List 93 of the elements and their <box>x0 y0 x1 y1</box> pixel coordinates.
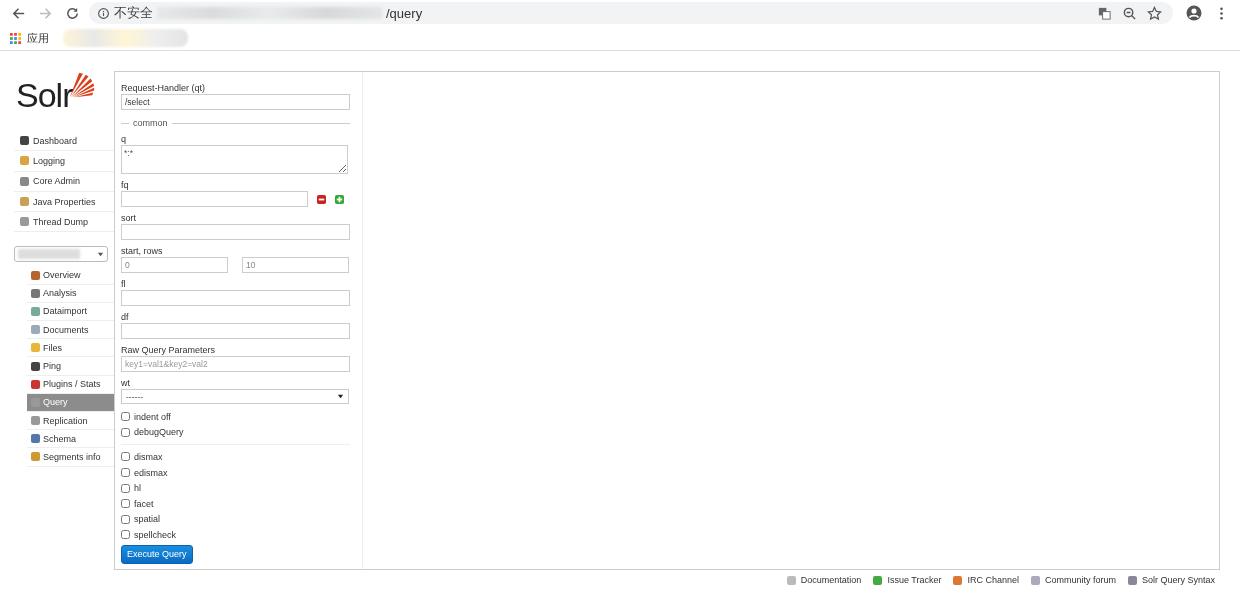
footer-link[interactable]: IRC Channel <box>953 575 1019 585</box>
field-label: fq <box>121 179 130 191</box>
plus-icon[interactable] <box>335 194 344 204</box>
apps-icon[interactable] <box>10 32 21 44</box>
zoom-icon[interactable] <box>1122 5 1137 21</box>
core-nav-item[interactable]: Schema <box>27 430 114 449</box>
section-legend: common <box>133 118 168 128</box>
tile-icon <box>31 379 40 389</box>
core-nav-item[interactable]: Overview <box>27 266 114 285</box>
input-field[interactable] <box>121 191 308 207</box>
avatar-icon[interactable] <box>1186 5 1202 21</box>
checkbox[interactable] <box>121 483 130 493</box>
field-label: df <box>121 311 130 323</box>
bookmark-link[interactable]: 应用 <box>27 30 49 46</box>
checkbox-label: indent off <box>134 411 171 422</box>
tile-icon <box>31 434 40 444</box>
footer-link[interactable]: Solr Query Syntax <box>1127 575 1215 585</box>
footer-link[interactable]: Issue Tracker <box>873 575 942 585</box>
checkbox-label: spatial <box>134 514 160 525</box>
input-field[interactable]: 10 <box>242 257 349 273</box>
checkbox[interactable] <box>121 514 130 524</box>
checkbox[interactable] <box>121 452 130 462</box>
tile-icon <box>20 217 29 227</box>
core-nav-item[interactable]: Ping <box>27 357 114 376</box>
core-nav-item[interactable]: Files <box>27 339 114 358</box>
input-field[interactable]: *:* <box>121 145 348 174</box>
tile-icon <box>20 176 29 186</box>
star-icon[interactable] <box>1147 5 1162 21</box>
checkbox-label: facet <box>134 498 154 509</box>
checkbox[interactable] <box>121 499 130 509</box>
input-field[interactable] <box>121 290 350 306</box>
tile-icon <box>31 343 40 353</box>
minus-icon[interactable] <box>317 194 326 204</box>
footer-link[interactable]: Documentation <box>786 575 862 585</box>
checkbox-label: hl <box>134 483 141 494</box>
field-label: Request-Handler (qt) <box>121 82 207 94</box>
reload-icon[interactable] <box>65 5 80 21</box>
field-label: start, rows <box>121 245 164 257</box>
input-field[interactable] <box>121 224 350 240</box>
nav-item[interactable]: Java Properties <box>14 191 114 213</box>
tile-icon <box>31 361 40 371</box>
field-label: Raw Query Parameters <box>121 344 217 356</box>
checkbox-label: dismax <box>134 452 163 462</box>
checkbox[interactable] <box>121 468 130 478</box>
execute-button[interactable]: Execute Query <box>121 544 193 564</box>
tile-icon <box>31 452 40 462</box>
field-label: wt <box>121 377 131 389</box>
core-nav-item[interactable]: Segments info <box>27 448 114 467</box>
tile-icon <box>20 197 29 207</box>
checkbox-label: spellcheck <box>134 529 177 540</box>
input-field[interactable]: /select <box>121 94 350 110</box>
tile-icon <box>873 575 883 585</box>
tile-icon <box>31 270 40 280</box>
footer-link[interactable]: Community forum <box>1030 575 1116 585</box>
tile-icon <box>953 575 963 585</box>
checkbox[interactable] <box>121 427 130 437</box>
nav-item[interactable]: Dashboard <box>14 131 114 152</box>
caret-icon <box>337 393 344 400</box>
core-nav-item[interactable]: Documents <box>27 321 114 340</box>
checkbox[interactable] <box>121 412 130 422</box>
nav-item[interactable]: Logging <box>14 151 114 172</box>
field-label: fl <box>121 278 127 290</box>
checkbox[interactable] <box>121 530 130 540</box>
tile-icon <box>1127 575 1137 585</box>
translate-icon[interactable] <box>1097 5 1112 21</box>
tile-icon <box>20 136 29 146</box>
input-field[interactable]: 0 <box>121 257 228 273</box>
core-nav-item[interactable]: Analysis <box>27 284 114 303</box>
checkbox-label: debugQuery <box>134 427 184 438</box>
logo-text: Solr <box>16 75 73 116</box>
caret-icon <box>97 251 104 258</box>
tile-icon <box>31 325 40 335</box>
core-nav-item[interactable]: Dataimport <box>27 302 114 322</box>
tile-icon <box>1030 575 1040 585</box>
tile-icon <box>31 288 40 298</box>
tile-icon <box>786 575 796 585</box>
address-text: /query <box>386 5 423 21</box>
checkbox-label: edismax <box>134 467 168 478</box>
input-field[interactable] <box>121 323 350 339</box>
info-icon[interactable] <box>97 6 110 20</box>
core-nav-item[interactable]: Replication <box>27 412 114 431</box>
select-field[interactable]: ------ <box>121 389 349 404</box>
tile-icon <box>31 416 40 426</box>
address-bar[interactable]: 不安全 /query <box>89 2 1173 24</box>
tile-icon <box>31 306 40 316</box>
tile-icon <box>20 156 29 166</box>
security-label: 不安全 <box>114 4 153 22</box>
nav-item[interactable]: Core Admin <box>14 171 114 192</box>
nav-item[interactable]: Thread Dump <box>14 212 114 233</box>
core-nav-item[interactable]: Plugins / Stats <box>27 375 114 394</box>
input-field[interactable]: key1=val1&key2=val2 <box>121 356 350 372</box>
field-label: sort <box>121 212 137 224</box>
field-label: q <box>121 133 127 145</box>
